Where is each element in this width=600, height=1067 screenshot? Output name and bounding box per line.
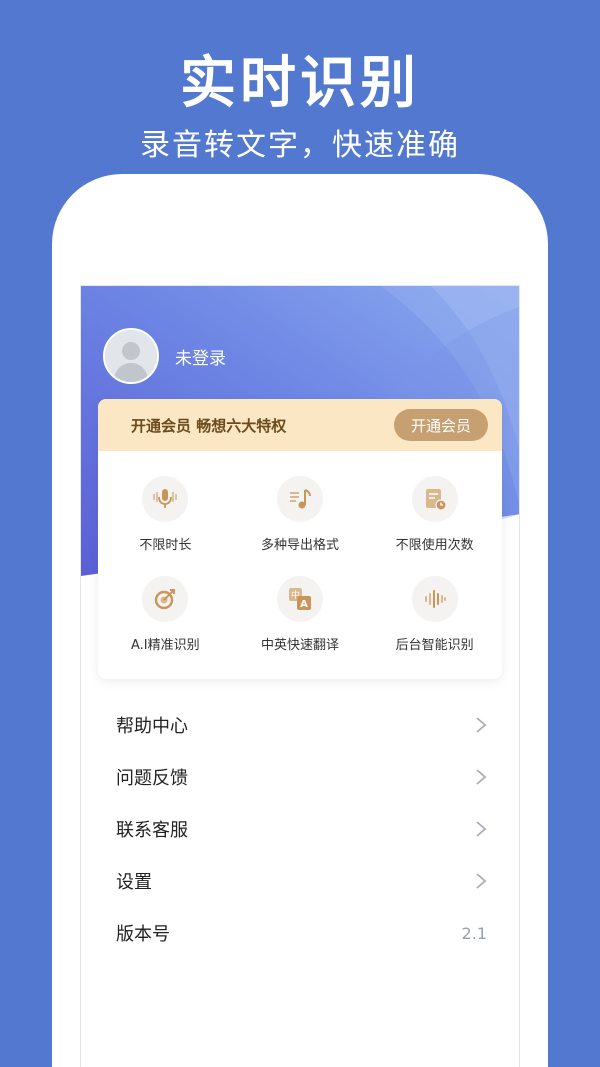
menu-item-feedback[interactable]: 问题反馈 (81, 751, 519, 803)
vip-banner: 开通会员 畅想六大特权 开通会员 (98, 399, 502, 451)
feature-item: A.I精准识别 (98, 576, 233, 676)
feature-item: 后台智能识别 (367, 576, 502, 676)
feature-item: 多种导出格式 (233, 476, 368, 576)
user-profile[interactable]: 未登录 (103, 328, 226, 384)
music-note-icon (276, 476, 323, 522)
document-clock-icon (411, 476, 458, 522)
vip-card: 开通会员 畅想六大特权 开通会员 不限时长 多种导出格式 不限使用次数 A.I精… (98, 399, 502, 679)
version-number: 2.1 (461, 923, 487, 943)
feature-label: 不限时长 (139, 538, 192, 553)
svg-text:A: A (300, 599, 308, 610)
menu-label: 版本号 (116, 924, 170, 945)
menu-label: 问题反馈 (116, 768, 188, 789)
open-vip-button[interactable]: 开通会员 (393, 409, 488, 441)
microphone-icon (142, 476, 189, 522)
feature-item: 不限时长 (98, 476, 233, 576)
menu-item-version: 版本号 2.1 (81, 907, 519, 959)
feature-label: 中英快速翻译 (260, 638, 339, 653)
feature-label: A.I精准识别 (131, 638, 200, 653)
feature-label: 多种导出格式 (260, 538, 339, 553)
feature-grid: 不限时长 多种导出格式 不限使用次数 A.I精准识别 中 A 中英快速翻译 后台… (98, 451, 502, 676)
chevron-right-icon (476, 873, 487, 889)
feature-item: 不限使用次数 (367, 476, 502, 576)
chevron-right-icon (476, 717, 487, 733)
chevron-right-icon (476, 821, 487, 837)
login-status[interactable]: 未登录 (175, 344, 226, 369)
chevron-right-icon (476, 769, 487, 785)
waveform-icon (411, 576, 458, 622)
user-silhouette-icon (105, 330, 157, 382)
menu-label: 帮助中心 (116, 716, 188, 737)
feature-item: 中 A 中英快速翻译 (233, 576, 368, 676)
feature-label: 不限使用次数 (395, 538, 474, 553)
menu-label: 设置 (116, 872, 152, 893)
feature-label: 后台智能识别 (395, 638, 474, 653)
settings-menu: 帮助中心 问题反馈 联系客服 设置 版本号 2.1 (81, 699, 519, 959)
avatar[interactable] (103, 328, 159, 384)
promo-subtitle: 录音转文字，快速准确 (140, 128, 460, 163)
menu-item-customer-service[interactable]: 联系客服 (81, 803, 519, 855)
menu-item-settings[interactable]: 设置 (81, 855, 519, 907)
target-icon (142, 576, 189, 622)
promo-title: 实时识别 (180, 51, 420, 116)
translate-icon: 中 A (276, 576, 323, 622)
vip-banner-text: 开通会员 畅想六大特权 (131, 416, 287, 435)
menu-item-help-center[interactable]: 帮助中心 (81, 699, 519, 751)
app-screen: 未登录 开通会员 畅想六大特权 开通会员 不限时长 多种导出格式 不限使用次数 … (80, 285, 520, 1067)
menu-label: 联系客服 (116, 820, 188, 841)
